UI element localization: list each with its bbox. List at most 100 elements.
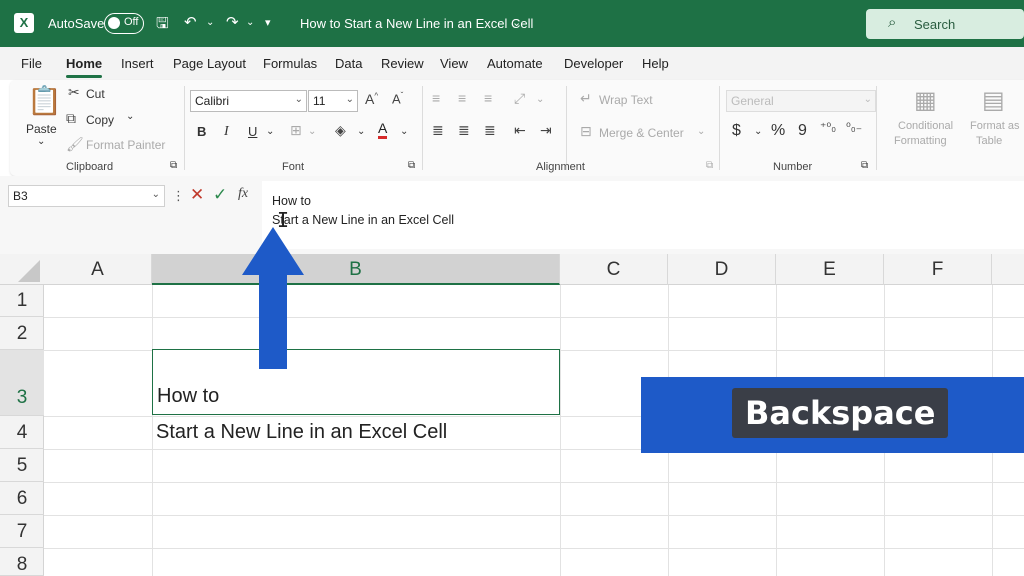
cut-icon[interactable]: ✂ (68, 84, 80, 101)
fill-color-icon[interactable]: ◈ (335, 122, 346, 139)
active-cell-b3[interactable]: How to (152, 349, 560, 415)
increase-decimal-icon[interactable]: ⁺⁰₀ (820, 120, 836, 134)
comma-button[interactable]: 9 (798, 122, 807, 140)
paste-icon[interactable]: 📋 (27, 84, 62, 117)
format-as-table-button[interactable]: Format as (970, 120, 1020, 132)
underline-button[interactable]: U (248, 124, 257, 139)
borders-dropdown-icon[interactable]: ⌄ (308, 126, 316, 137)
document-title[interactable]: How to Start a New Line in an Excel Cell (300, 16, 533, 31)
row-header-8[interactable]: 8 (0, 548, 44, 576)
currency-button[interactable]: $ (732, 122, 741, 140)
tab-help[interactable]: Help (642, 56, 669, 71)
row-header-6[interactable]: 6 (0, 482, 44, 515)
decrease-font-size-icon[interactable]: Aˇ (392, 91, 403, 106)
wrap-text-button[interactable]: Wrap Text (599, 93, 653, 107)
row-header-1[interactable]: 1 (0, 285, 44, 317)
bold-button[interactable]: B (197, 124, 206, 139)
row-header-7[interactable]: 7 (0, 515, 44, 548)
align-right-icon[interactable]: ≣ (484, 122, 496, 139)
tab-page-layout[interactable]: Page Layout (173, 56, 246, 71)
format-as-table-icon[interactable]: ▤ (982, 86, 1005, 115)
alignment-launcher-icon[interactable]: ⧉ (706, 160, 713, 171)
gridline (44, 482, 1024, 483)
font-launcher-icon[interactable]: ⧉ (408, 160, 415, 171)
tab-file[interactable]: File (21, 56, 42, 71)
font-color-icon[interactable]: A (378, 121, 388, 139)
redo-icon[interactable]: ↷ (226, 13, 239, 31)
orientation-dropdown-icon[interactable]: ⌄ (536, 94, 544, 105)
format-painter-button[interactable]: Format Painter (86, 138, 165, 152)
currency-dropdown-icon[interactable]: ⌄ (754, 126, 762, 137)
row-header-4[interactable]: 4 (0, 416, 44, 449)
orientation-icon[interactable]: ⤢ (514, 90, 525, 107)
number-launcher-icon[interactable]: ⧉ (861, 160, 868, 171)
underline-dropdown-icon[interactable]: ⌄ (266, 126, 274, 137)
tab-automate[interactable]: Automate (487, 56, 543, 71)
tab-formulas[interactable]: Formulas (263, 56, 317, 71)
save-icon[interactable]: 🖫 (156, 13, 169, 38)
conditional-formatting-icon[interactable]: ▦ (914, 86, 937, 115)
clipboard-launcher-icon[interactable]: ⧉ (170, 160, 177, 171)
row-header-5[interactable]: 5 (0, 449, 44, 482)
decrease-decimal-icon[interactable]: ⁰₀₋ (846, 120, 862, 134)
column-header-c[interactable]: C (560, 254, 668, 285)
column-header-d[interactable]: D (668, 254, 776, 285)
percent-button[interactable]: % (771, 122, 785, 140)
column-header-e[interactable]: E (776, 254, 884, 285)
column-header-b[interactable]: B (152, 254, 560, 285)
wrap-text-icon[interactable]: ↵ (580, 90, 592, 107)
title-dropdown-icon[interactable]: ⌄ (512, 16, 521, 29)
align-bottom-icon[interactable]: ≡ (484, 90, 492, 106)
increase-font-size-icon[interactable]: A^ (365, 91, 378, 107)
column-header-a[interactable]: A (44, 254, 152, 285)
font-size-select[interactable]: 11 ⌄ (308, 90, 358, 112)
tab-view[interactable]: View (440, 56, 468, 71)
decrease-indent-icon[interactable]: ⇤ (514, 122, 526, 139)
conditional-formatting-button-line2[interactable]: Formatting (894, 135, 947, 147)
undo-icon[interactable]: ↶ (184, 13, 197, 31)
paste-dropdown-icon[interactable]: ⌄ (37, 136, 45, 147)
tab-data[interactable]: Data (335, 56, 362, 71)
font-family-select[interactable]: Calibri ⌄ (190, 90, 307, 112)
tab-insert[interactable]: Insert (121, 56, 154, 71)
conditional-formatting-button[interactable]: Conditional (898, 120, 953, 132)
format-as-table-button-line2[interactable]: Table (976, 135, 1002, 147)
undo-dropdown-icon[interactable]: ⌄ (206, 17, 214, 28)
formula-input[interactable]: How to Start a New Line in an Excel Cell (262, 181, 1024, 249)
search-box[interactable]: ⌕ Search (866, 9, 1024, 39)
row-header-3[interactable]: 3 (0, 350, 44, 416)
cancel-icon[interactable]: ✕ (190, 185, 204, 205)
copy-icon[interactable]: ⧉ (66, 110, 76, 127)
tab-developer[interactable]: Developer (564, 56, 623, 71)
merge-dropdown-icon[interactable]: ⌄ (697, 126, 705, 137)
redo-dropdown-icon[interactable]: ⌄ (246, 17, 254, 28)
align-center-icon[interactable]: ≣ (458, 122, 470, 139)
increase-indent-icon[interactable]: ⇥ (540, 122, 552, 139)
tab-review[interactable]: Review (381, 56, 424, 71)
italic-button[interactable]: I (224, 124, 229, 140)
format-painter-icon[interactable]: 🖌 (66, 136, 84, 153)
merge-center-icon[interactable]: ⊟ (580, 123, 592, 140)
paste-button[interactable]: Paste (26, 122, 57, 136)
tab-home[interactable]: Home (66, 56, 102, 71)
cut-button[interactable]: Cut (86, 87, 105, 101)
customize-icon[interactable]: ▾ (265, 16, 271, 29)
copy-button[interactable]: Copy (86, 113, 114, 127)
enter-icon[interactable]: ✓ (213, 185, 227, 205)
column-header-f[interactable]: F (884, 254, 992, 285)
select-all-button[interactable] (18, 260, 40, 282)
more-options-icon[interactable]: ⋮ (172, 188, 185, 204)
row-header-2[interactable]: 2 (0, 317, 44, 350)
align-left-icon[interactable]: ≣ (432, 122, 444, 139)
fill-color-dropdown-icon[interactable]: ⌄ (357, 126, 365, 137)
font-color-dropdown-icon[interactable]: ⌄ (400, 126, 408, 137)
number-format-select[interactable]: General ⌄ (726, 90, 876, 112)
merge-center-button[interactable]: Merge & Center (599, 126, 684, 140)
name-box[interactable]: B3 ⌄ (8, 185, 165, 207)
autosave-toggle[interactable]: Off (104, 13, 144, 34)
copy-dropdown-icon[interactable]: ⌄ (126, 111, 134, 122)
align-top-icon[interactable]: ≡ (432, 90, 440, 106)
insert-function-button[interactable]: fx (238, 186, 248, 202)
borders-icon[interactable]: ⊞ (290, 122, 302, 139)
align-middle-icon[interactable]: ≡ (458, 90, 466, 106)
